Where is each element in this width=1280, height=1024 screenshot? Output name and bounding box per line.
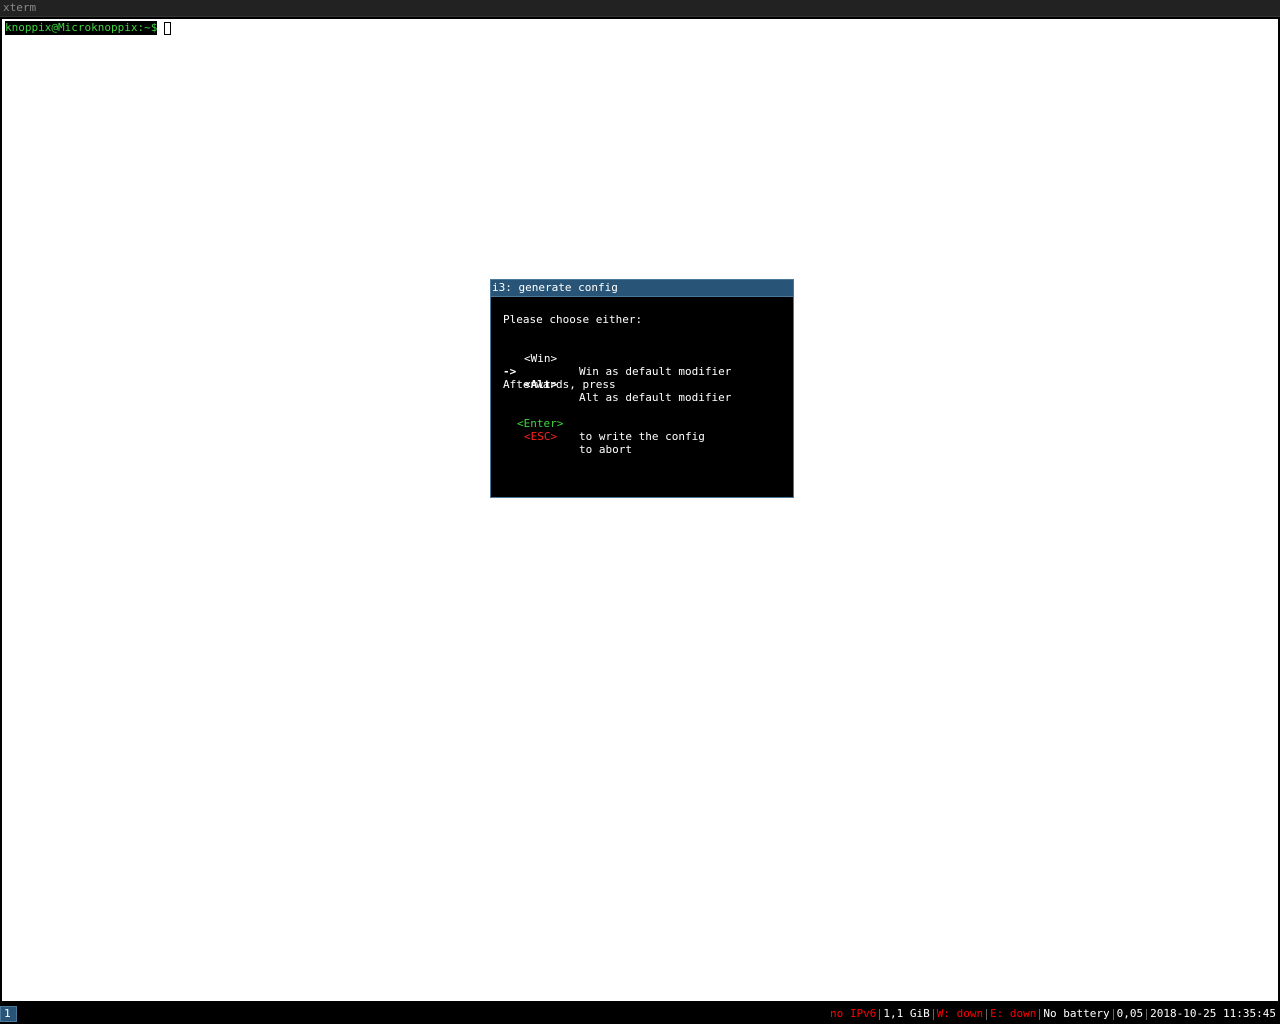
terminal-area[interactable]: knoppix@Microknoppix:~$ (2, 19, 1278, 1001)
enter-desc: to write the config (579, 430, 705, 443)
status-memory: 1,1 GiB (883, 1007, 930, 1020)
wizard-title: i3: generate config (492, 281, 618, 294)
esc-key: <ESC> (524, 430, 558, 443)
esc-action[interactable]: <ESC> to abort (503, 417, 642, 456)
status-line: no IPv6 1,1 GiB W: down E: down No batte… (830, 1005, 1276, 1023)
esc-desc: to abort (579, 443, 632, 456)
option-alt[interactable]: -> <Alt> Alt as default modifier (503, 352, 731, 404)
status-ethernet: E: down (990, 1007, 1037, 1020)
xterm-title-bar[interactable]: xterm (0, 0, 1280, 17)
wizard-intro: Please choose either: (503, 313, 643, 326)
status-ipv6: no IPv6 (829, 1007, 877, 1020)
afterwards-label: Afterwards, press (503, 378, 616, 391)
i3bar: 1 no IPv6 1,1 GiB W: down E: down No bat… (0, 1004, 1280, 1024)
status-separator (1146, 1009, 1148, 1020)
wizard-content: Please choose either: <Win> Win as defau… (503, 313, 731, 456)
selection-arrow: -> (503, 365, 517, 378)
status-load: 0,05 (1116, 1007, 1144, 1020)
shell-prompt: knoppix@Microknoppix:~$ (5, 21, 158, 35)
option-win[interactable]: <Win> Win as default modifier (503, 339, 731, 378)
workspace-button-1[interactable]: 1 (0, 1006, 17, 1022)
prompt-line: knoppix@Microknoppix:~$ (5, 21, 172, 35)
option-alt-desc: Alt as default modifier (579, 391, 732, 404)
config-wizard-window[interactable]: i3: generate config Please choose either… (490, 279, 794, 498)
status-separator (932, 1009, 934, 1020)
status-separator (879, 1009, 881, 1020)
option-win-desc: Win as default modifier (579, 365, 732, 378)
status-datetime: 2018-10-25 11:35:45 (1150, 1007, 1276, 1020)
status-separator (1112, 1009, 1114, 1020)
wizard-title-bar[interactable]: i3: generate config (491, 280, 793, 297)
status-battery: No battery (1043, 1007, 1110, 1020)
text-cursor (164, 21, 172, 35)
status-separator (1039, 1009, 1041, 1020)
window-title: xterm (3, 1, 37, 14)
enter-action[interactable]: <Enter> to write the config (503, 404, 705, 443)
status-separator (986, 1009, 988, 1020)
status-wireless: W: down (936, 1007, 984, 1020)
